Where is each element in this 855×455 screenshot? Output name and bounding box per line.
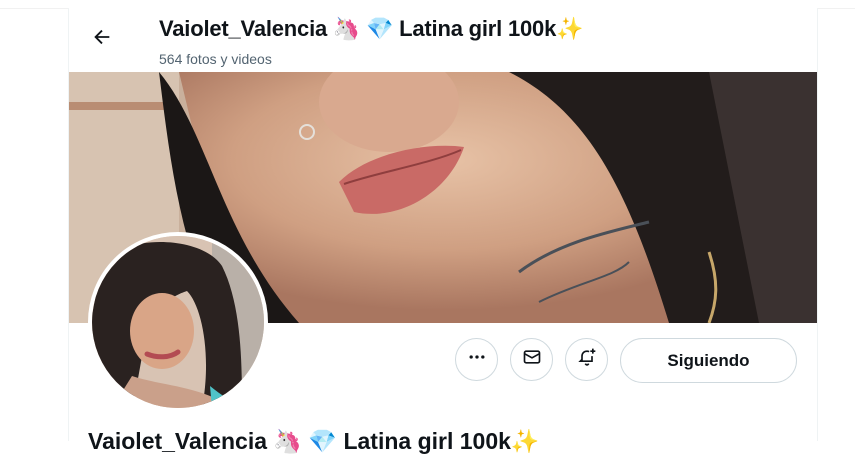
more-dots-icon	[467, 347, 487, 372]
avatar[interactable]	[88, 232, 268, 412]
arrow-left-icon	[91, 26, 113, 53]
following-button[interactable]: Siguiendo	[620, 338, 797, 383]
post-count: 564 fotos y videos	[159, 51, 272, 67]
notifications-button[interactable]	[565, 338, 608, 381]
more-options-button[interactable]	[455, 338, 498, 381]
profile-display-name: Vaiolet_Valencia 🦄 💎 Latina girl 100k✨	[88, 428, 540, 454]
header-title: Vaiolet_Valencia 🦄 💎 Latina girl 100k✨	[159, 16, 584, 41]
column-border-right	[817, 8, 818, 441]
profile-header: Vaiolet_Valencia 🦄 💎 Latina girl 100k✨ 5…	[69, 8, 817, 72]
envelope-icon	[522, 347, 542, 372]
message-button[interactable]	[510, 338, 553, 381]
back-button[interactable]	[85, 22, 119, 56]
bell-plus-icon	[577, 347, 597, 372]
